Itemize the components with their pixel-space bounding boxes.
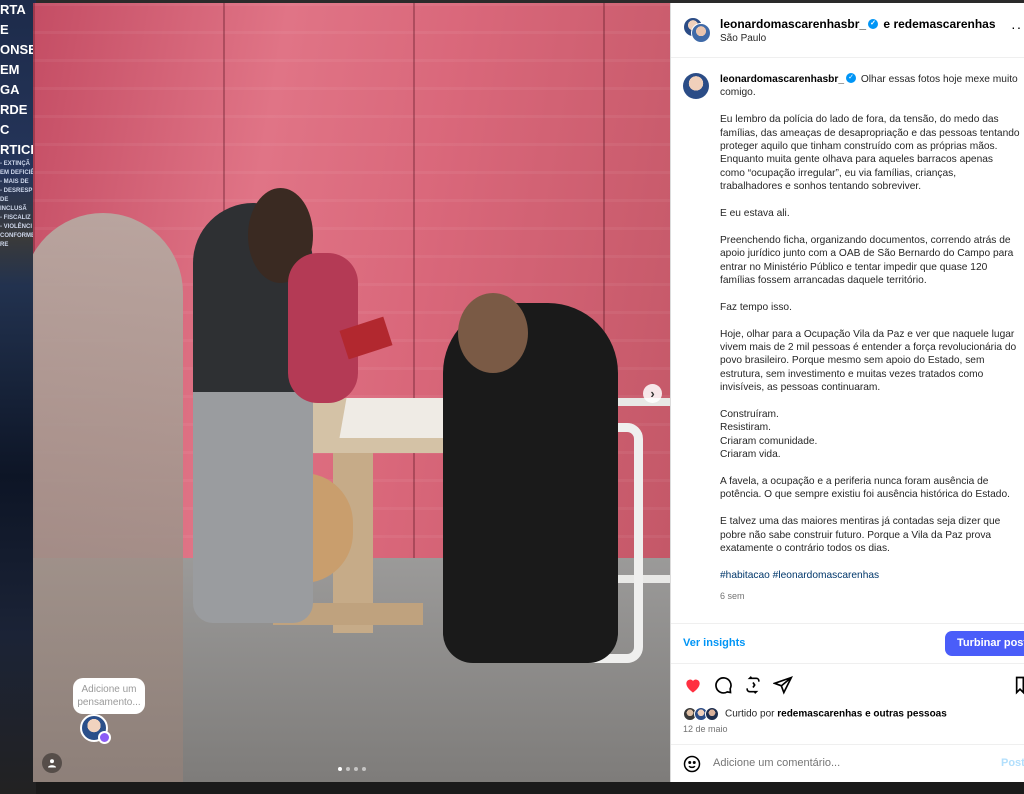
share-icon[interactable] [772,675,793,695]
view-insights-link[interactable]: Ver insights [683,637,745,649]
background-text-line: - MAIS DE [0,179,29,185]
author-avatars[interactable] [683,17,711,43]
background-text-line: ONSEL [0,42,36,57]
music-note-icon [98,731,111,744]
user-icon[interactable] [42,753,62,773]
coauthor-username[interactable]: redemascarenhas [893,17,995,31]
background-text-line: RTA E [0,2,26,37]
caption-paragraphs: Eu lembro da polícia do lado de fora, da… [720,113,1020,555]
post-location[interactable]: São Paulo [720,33,766,44]
post-age: 6 sem [720,591,745,601]
background-feed-text: RTA E ONSEL EM GA RDE C RTICIP - EXTINÇÃ EM DE… [0,0,36,250]
post-caption: leonardomascarenhasbr_ ✓ Olhar essas foto… [671,58,1024,623]
like-heart-icon[interactable] [683,675,703,695]
avatar[interactable] [683,73,709,99]
post-comment-button[interactable]: Postar [1001,757,1024,769]
caption-paragraph: E eu estava ali. [720,208,790,220]
comment-bar: Postar [671,744,1024,782]
carousel-dot [362,767,366,771]
caption-paragraph: Preenchendo ficha, organizando documento… [720,234,1014,287]
author-joiner: e [883,17,891,31]
verified-icon: ✓ [846,73,857,84]
post-photo[interactable] [33,3,670,782]
more-options-icon[interactable]: ·· [1011,19,1022,35]
caption-text: leonardomascarenhasbr_ ✓ Olhar essas foto… [720,73,1020,596]
post-header: leonardomascarenhasbr_ ✓ e redemascarenha… [671,3,1024,58]
photo-man-head [458,293,528,373]
post-authors: leonardomascarenhasbr_ ✓ e redemascarenha… [720,17,996,31]
liked-by-prefix: Curtido por [725,708,775,720]
avatar [691,23,711,43]
caption-paragraph: E talvez uma das maiores mentiras já con… [720,516,1001,555]
verified-icon: ✓ [868,18,879,29]
liked-by-user[interactable]: redemascarenhas [777,709,862,720]
background-text-line: RDE C [0,102,28,137]
carousel-dot [338,767,342,771]
post-date: 12 de maio [683,724,728,734]
thought-bubble[interactable]: Adicione um pensamento... [73,678,145,714]
background-text-line: - FISCALIZ [0,215,31,221]
caption-paragraph: Faz tempo isso. [720,301,792,313]
background-text-line: - DESRESP [0,188,33,194]
caption-paragraph: Construíram. Resistiram. Criaram comunid… [720,409,818,461]
comment-input[interactable] [713,757,973,769]
caption-hashtags[interactable]: #habitacao #leonardomascarenhas [720,569,1020,582]
liked-by-suffix[interactable]: e outras pessoas [865,709,947,720]
background-text-line: - EXTINÇÃ [0,161,30,167]
boost-post-button[interactable]: Turbinar post [945,631,1024,656]
author-username[interactable]: leonardomascarenhasbr_ [720,17,866,31]
post-actions [671,663,1024,707]
comment-icon[interactable] [713,675,733,695]
avatar [705,707,719,721]
caption-paragraph: Eu lembro da polícia do lado de fora, da… [720,114,1020,193]
carousel-dot [354,767,358,771]
post-panel: leonardomascarenhasbr_ ✓ e redemascarenha… [670,3,1024,782]
carousel-dots [338,767,366,771]
caption-username[interactable]: leonardomascarenhasbr_ [720,74,844,85]
caption-paragraph: A favela, a ocupação e a periferia nunca… [720,476,1010,501]
carousel-dot [346,767,350,771]
background-text-line: EM DEFICIÊ [0,170,35,176]
background-text-line: EM GA [0,62,20,97]
insights-bar: Ver insights Turbinar post [671,623,1024,663]
emoji-icon[interactable] [683,755,701,773]
bookmark-icon[interactable] [1015,675,1024,695]
background-text-line: - VIOLÊNCI [0,224,33,230]
background-text-line: CONFORME RE [0,233,35,248]
liked-by-avatars [683,707,721,721]
background-text-line: DE INCLUSÃ [0,197,27,212]
background-feed-bottom [36,782,1024,794]
caption-paragraph: Hoje, olhar para a Ocupação Vila da Paz … [720,328,1017,394]
background-feed-left: RTA E ONSEL EM GA RDE C RTICIP - EXTINÇÃ EM DE… [0,0,36,794]
background-text-line: RTICIP [0,142,36,157]
liked-by: Curtido por redemascarenhas e outras pes… [683,707,947,721]
repost-icon[interactable] [743,675,763,695]
chevron-right-icon[interactable]: › [643,384,662,403]
